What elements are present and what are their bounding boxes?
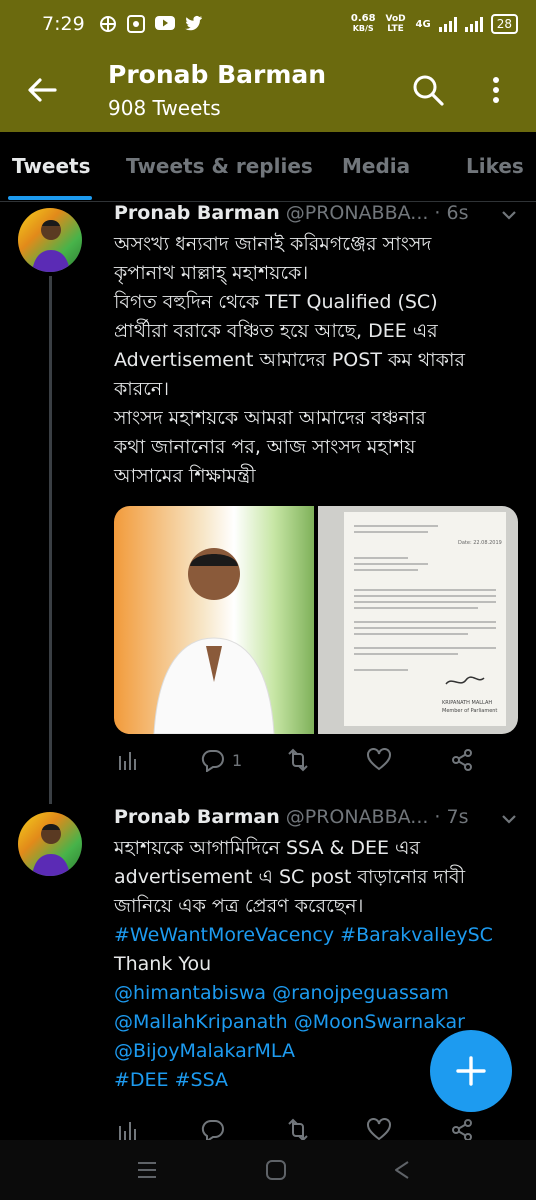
like-button[interactable] bbox=[366, 748, 392, 772]
tweet-count: 908 Tweets bbox=[108, 96, 221, 120]
analytics-button[interactable] bbox=[116, 748, 140, 772]
tweet-line: কৃপানাথ মাল্লাহ্ মহাশয়কে। bbox=[114, 262, 309, 284]
more-vertical-icon[interactable] bbox=[484, 70, 508, 110]
heart-icon bbox=[367, 1118, 391, 1140]
retweet-icon bbox=[288, 748, 308, 772]
status-bar: 7:29 0.68 KB/S VoD LTE 4G 28 bbox=[0, 0, 536, 48]
back-arrow-icon[interactable] bbox=[22, 70, 62, 110]
net-speed: 0.68 KB/S bbox=[350, 13, 376, 34]
chevron-down-icon[interactable] bbox=[498, 204, 520, 226]
compose-tweet-button[interactable] bbox=[430, 1030, 512, 1112]
system-nav-bar bbox=[0, 1140, 536, 1200]
retweet-button[interactable] bbox=[284, 1118, 312, 1140]
analytics-icon bbox=[119, 1122, 136, 1140]
signal-2-icon bbox=[464, 16, 483, 32]
tab-tweets-replies[interactable]: Tweets & replies bbox=[126, 154, 313, 178]
tweet-meta: Pronab Barman @PRONABBA... · 6s bbox=[114, 202, 469, 224]
share-button[interactable] bbox=[450, 1118, 474, 1140]
tweet-line: Thank You bbox=[114, 953, 212, 975]
search-icon[interactable] bbox=[410, 72, 446, 108]
tweet-actions bbox=[114, 1118, 524, 1140]
retweet-button[interactable] bbox=[284, 748, 312, 772]
plus-icon bbox=[456, 1056, 486, 1086]
profile-tabs: Tweets Tweets & replies Media Likes bbox=[0, 132, 536, 202]
tweet-line: কথা জানানোর পর, আজ সাংসদ মহাশয় bbox=[114, 436, 416, 458]
media-photo-politician[interactable] bbox=[114, 506, 314, 734]
network-type: 4G bbox=[415, 18, 431, 30]
reply-icon bbox=[201, 1119, 224, 1140]
avatar-person-icon bbox=[32, 824, 70, 876]
chevron-down-icon[interactable] bbox=[498, 808, 520, 830]
tweet-meta: Pronab Barman @PRONABBA... · 7s bbox=[114, 806, 469, 828]
author-handle: @PRONABBA... bbox=[285, 806, 429, 828]
avatar[interactable] bbox=[18, 208, 82, 272]
analytics-icon bbox=[119, 752, 136, 770]
tab-tweets[interactable]: Tweets bbox=[12, 154, 91, 178]
avatar-person-icon bbox=[32, 220, 70, 272]
reply-button[interactable] bbox=[200, 1118, 226, 1140]
hashtag-line[interactable]: #WeWantMoreVacency #BarakvalleySC bbox=[114, 921, 524, 950]
tweet-media[interactable]: Date: 22.08.2019 KRIPANATH MALLAH Member… bbox=[114, 506, 518, 734]
status-notification-icons bbox=[99, 15, 203, 33]
tweet-text: অসংখ্য ধন্যবাদ জানাই করিমগঞ্জের সাংসদ কৃ… bbox=[114, 230, 524, 491]
status-right: 0.68 KB/S VoD LTE 4G 28 bbox=[351, 14, 518, 34]
profile-header: Pronab Barman 908 Tweets bbox=[0, 48, 536, 132]
tweet-time: · 7s bbox=[434, 806, 469, 828]
reply-icon bbox=[201, 749, 224, 772]
share-icon bbox=[452, 749, 472, 771]
retweet-icon bbox=[288, 1118, 308, 1140]
politician-photo-illustration bbox=[153, 548, 275, 734]
tweet-line: জানিয়ে এক পত্র প্রেরণ করেছেন। bbox=[114, 895, 364, 917]
status-time: 7:29 bbox=[42, 13, 85, 35]
reply-button[interactable]: 1 bbox=[200, 748, 242, 772]
recents-icon[interactable] bbox=[134, 1158, 160, 1182]
thread-line bbox=[49, 276, 52, 804]
tweet-actions: 1 bbox=[114, 748, 524, 778]
tweet-line: আসামের শিক্ষামন্ত্রী bbox=[114, 465, 256, 487]
avatar[interactable] bbox=[18, 812, 82, 876]
home-icon[interactable] bbox=[264, 1158, 288, 1182]
tweet-line: advertisement এ SC post বাড়ানোর দাবী bbox=[114, 866, 466, 888]
reply-count: 1 bbox=[232, 750, 243, 770]
signal-icon bbox=[438, 16, 457, 32]
letter-date: Date: 22.08.2019 bbox=[458, 540, 502, 546]
letter-signature-title: Member of Parliament bbox=[442, 708, 498, 714]
back-triangle-icon[interactable] bbox=[390, 1158, 414, 1182]
tweet-time: · 6s bbox=[434, 202, 469, 224]
letter-signature-name: KRIPANATH MALLAH bbox=[442, 700, 493, 706]
tweet-line: কারনে। bbox=[114, 378, 170, 400]
tweet-line: বিগত বহুদিন থেকে TET Qualified (SC) bbox=[114, 291, 438, 313]
tab-likes[interactable]: Likes bbox=[466, 154, 524, 178]
heart-icon bbox=[367, 748, 391, 771]
like-button[interactable] bbox=[366, 1118, 392, 1140]
author-name[interactable]: Pronab Barman bbox=[114, 806, 280, 828]
author-handle: @PRONABBA... bbox=[285, 202, 429, 224]
analytics-button[interactable] bbox=[116, 1118, 140, 1140]
tweet-line: মহাশয়কে আগামিদিনে SSA & DEE এর bbox=[114, 837, 420, 859]
profile-name: Pronab Barman bbox=[108, 60, 327, 89]
tweet-line: অসংখ্য ধন্যবাদ জানাই করিমগঞ্জের সাংসদ bbox=[114, 233, 432, 255]
app-icon bbox=[126, 15, 145, 33]
pinwheel-icon bbox=[99, 16, 116, 32]
active-tab-indicator bbox=[8, 196, 92, 200]
twitter-bird-icon bbox=[184, 15, 202, 31]
tweet-line: প্রার্থীরা বরাকে বঞ্চিত হয়ে আছে, DEE এর bbox=[114, 320, 438, 342]
share-button[interactable] bbox=[450, 748, 474, 772]
tweet-line: সাংসদ মহাশয়কে আমরা আমাদের বঞ্চনার bbox=[114, 407, 426, 429]
tab-media[interactable]: Media bbox=[342, 154, 410, 178]
media-photo-letter[interactable]: Date: 22.08.2019 KRIPANATH MALLAH Member… bbox=[318, 506, 518, 734]
battery-icon: 28 bbox=[490, 14, 518, 34]
author-name[interactable]: Pronab Barman bbox=[114, 202, 280, 224]
tweet-line: Advertisement আমাদের POST কম থাকার bbox=[114, 349, 465, 371]
share-icon bbox=[452, 1119, 472, 1140]
volte-label: VoD LTE bbox=[385, 14, 406, 34]
youtube-icon bbox=[154, 16, 175, 30]
mention-line[interactable]: @himantabiswa @ranojpeguassam bbox=[114, 979, 524, 1008]
